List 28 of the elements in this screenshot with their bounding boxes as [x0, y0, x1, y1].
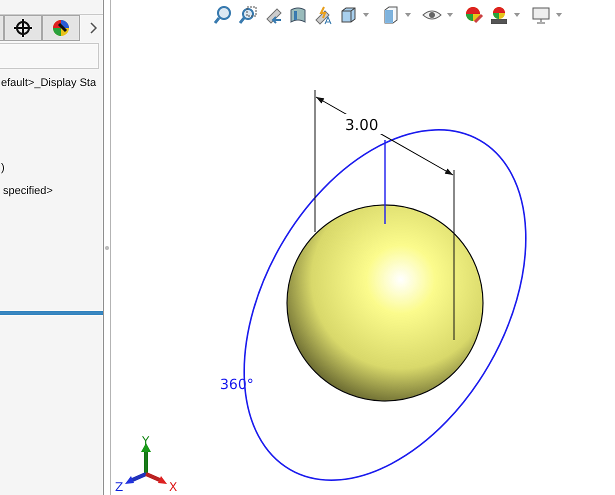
tree-item-text[interactable]: specified>: [3, 184, 53, 199]
crosshair-icon: [13, 18, 33, 38]
axis-y-label: Y: [142, 434, 150, 448]
filter-field[interactable]: [0, 43, 99, 69]
color-wheel-pencil-icon[interactable]: [464, 5, 484, 25]
dimension-drawing[interactable]: [314, 90, 454, 340]
caret-icon[interactable]: [447, 13, 453, 17]
tree-item-text[interactable]: efault>_Display Sta: [1, 76, 96, 91]
caret-icon[interactable]: [514, 13, 520, 17]
scene-icon[interactable]: [489, 5, 509, 25]
caret-icon[interactable]: [363, 13, 369, 17]
axis-triad-drawing: [125, 443, 167, 484]
monitor-icon[interactable]: [531, 5, 551, 25]
axis-z-label: Z: [115, 480, 124, 494]
panel-tab[interactable]: [42, 15, 80, 41]
color-wheel-icon: [51, 18, 71, 38]
section-view-icon[interactable]: [288, 5, 308, 25]
caret-icon[interactable]: [556, 13, 562, 17]
axis-x-label: X: [169, 480, 178, 494]
panel-tab[interactable]: [4, 15, 42, 41]
splitter-handle-icon[interactable]: [105, 246, 109, 250]
caret-icon[interactable]: [405, 13, 411, 17]
annotation-icon[interactable]: [313, 5, 333, 25]
sphere[interactable]: [286, 204, 484, 402]
magnifier-icon[interactable]: [213, 5, 233, 25]
tree-item-text[interactable]: ): [1, 161, 5, 176]
dimension-value[interactable]: 3.00: [345, 116, 378, 134]
magnifier-icon[interactable]: [238, 5, 258, 25]
